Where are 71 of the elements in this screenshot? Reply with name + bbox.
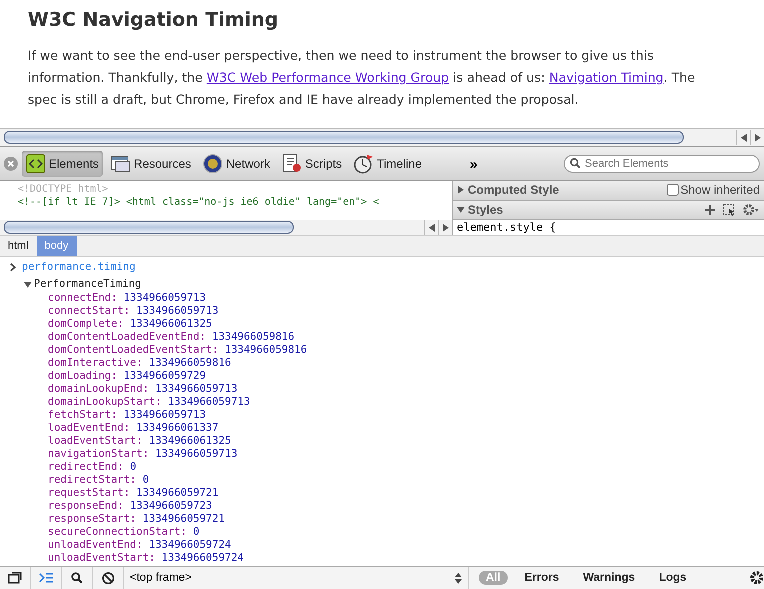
checkbox[interactable] bbox=[666, 184, 679, 196]
object-name: PerformanceTiming bbox=[34, 278, 142, 291]
article-paragraph: If we want to see the end-user perspective, then we need to instrument the browser to give us this information. Thankfully, the W3C Web Performance Working Group is ahead of us: Navigation Timing. The spec is still a draft, but Chrome, Firefox and IE have already implemented the proposal. bbox=[28, 47, 696, 109]
select-arrows-icon bbox=[455, 572, 462, 584]
console-command: performance.timing bbox=[22, 261, 136, 274]
property-line: domInteractive: 1334966059816 bbox=[48, 357, 232, 370]
article-heading: W3C Navigation Timing bbox=[28, 9, 280, 31]
property-line: domainLookupEnd: 1334966059713 bbox=[48, 383, 239, 396]
selection-icon[interactable] bbox=[723, 204, 735, 216]
disclosure-triangle-icon[interactable] bbox=[24, 280, 32, 288]
source-line: <!DOCTYPE html> bbox=[18, 183, 110, 196]
scroll-right-icon[interactable] bbox=[754, 134, 762, 142]
property-line: domainLookupStart: 1334966059713 bbox=[48, 396, 252, 409]
panel-tab[interactable]: Resources bbox=[107, 150, 196, 176]
property-line: fetchStart: 1334966059713 bbox=[48, 409, 208, 422]
property-line: redirectStart: 0 bbox=[48, 474, 150, 487]
window-icon bbox=[111, 154, 132, 174]
property-line: secureConnectionStart: 0 bbox=[48, 526, 201, 539]
prompt-chevron-icon bbox=[10, 263, 16, 272]
section-title[interactable]: Styles bbox=[468, 202, 504, 217]
property-line: unloadEventStart: 1334966059724 bbox=[48, 552, 245, 565]
scrollbar-thumb[interactable] bbox=[4, 131, 684, 144]
property-line: responseStart: 1334966059721 bbox=[48, 513, 226, 526]
plus-icon[interactable] bbox=[705, 204, 715, 215]
property-line: unloadEventEnd: 1334966059724 bbox=[48, 539, 232, 552]
gear-icon[interactable] bbox=[743, 204, 760, 216]
property-line: loadEventEnd: 1334966061337 bbox=[48, 422, 220, 435]
text-link[interactable]: W3C Web Performance Working Group bbox=[206, 70, 450, 85]
scroll-left-icon[interactable] bbox=[740, 134, 748, 142]
close-icon[interactable] bbox=[4, 156, 18, 170]
section-title[interactable]: Computed Style bbox=[468, 183, 560, 198]
source-line: <!--[if lt IE 7]> <html class="no-js ie6 oldie" lang="en"> < bbox=[18, 196, 380, 209]
dock-icon bbox=[8, 572, 22, 584]
frame-select[interactable]: <top frame> bbox=[124, 567, 469, 589]
search-icon bbox=[570, 158, 581, 169]
scroll-right-icon[interactable] bbox=[442, 224, 450, 232]
filter-tab[interactable]: Warnings bbox=[576, 571, 642, 585]
disclosure-triangle-icon[interactable] bbox=[457, 206, 465, 214]
scroll-left-icon[interactable] bbox=[428, 224, 436, 232]
property-line: requestStart: 1334966059721 bbox=[48, 487, 220, 500]
panel-tab[interactable]: Network bbox=[199, 150, 274, 176]
css-rule: element.style { bbox=[456, 220, 558, 235]
property-line: domComplete: 1334966061325 bbox=[48, 318, 214, 331]
clear-icon bbox=[102, 572, 114, 584]
panel-tab[interactable]: Elements bbox=[22, 150, 104, 176]
search-field[interactable]: Search Elements bbox=[564, 154, 760, 172]
property-line: loadEventStart: 1334966061325 bbox=[48, 435, 232, 448]
stopwatch-icon bbox=[354, 154, 374, 174]
property-line: responseEnd: 1334966059723 bbox=[48, 500, 214, 513]
property-line: domContentLoadedEventEnd: 1334966059816 bbox=[48, 331, 296, 344]
checkbox-label: Show inherited bbox=[680, 183, 760, 198]
filter-tab[interactable]: Errors bbox=[518, 571, 566, 585]
property-line: navigationStart: 1334966059713 bbox=[48, 448, 239, 461]
filter-tab[interactable]: Logs bbox=[652, 571, 694, 585]
property-line: domLoading: 1334966059729 bbox=[48, 370, 208, 383]
script-icon bbox=[282, 154, 302, 174]
search-icon bbox=[71, 572, 83, 584]
panel-tab[interactable]: Scripts bbox=[278, 150, 346, 176]
gear-icon[interactable] bbox=[750, 571, 764, 585]
console-icon bbox=[39, 573, 53, 583]
breadcrumb[interactable]: html bbox=[0, 236, 37, 256]
scrollbar-thumb[interactable] bbox=[4, 221, 294, 234]
property-line: domContentLoadedEventStart: 1334966059816 bbox=[48, 344, 308, 357]
property-line: connectEnd: 1334966059713 bbox=[48, 292, 208, 305]
panel-tab[interactable]: Timeline bbox=[350, 150, 426, 176]
code-icon bbox=[26, 154, 46, 174]
overflow-chevron[interactable]: » bbox=[470, 156, 478, 172]
disclosure-triangle-icon[interactable] bbox=[457, 186, 465, 194]
property-line: redirectEnd: 0 bbox=[48, 461, 138, 474]
property-line: connectStart: 1334966059713 bbox=[48, 305, 220, 318]
text-link[interactable]: Navigation Timing bbox=[549, 70, 664, 85]
